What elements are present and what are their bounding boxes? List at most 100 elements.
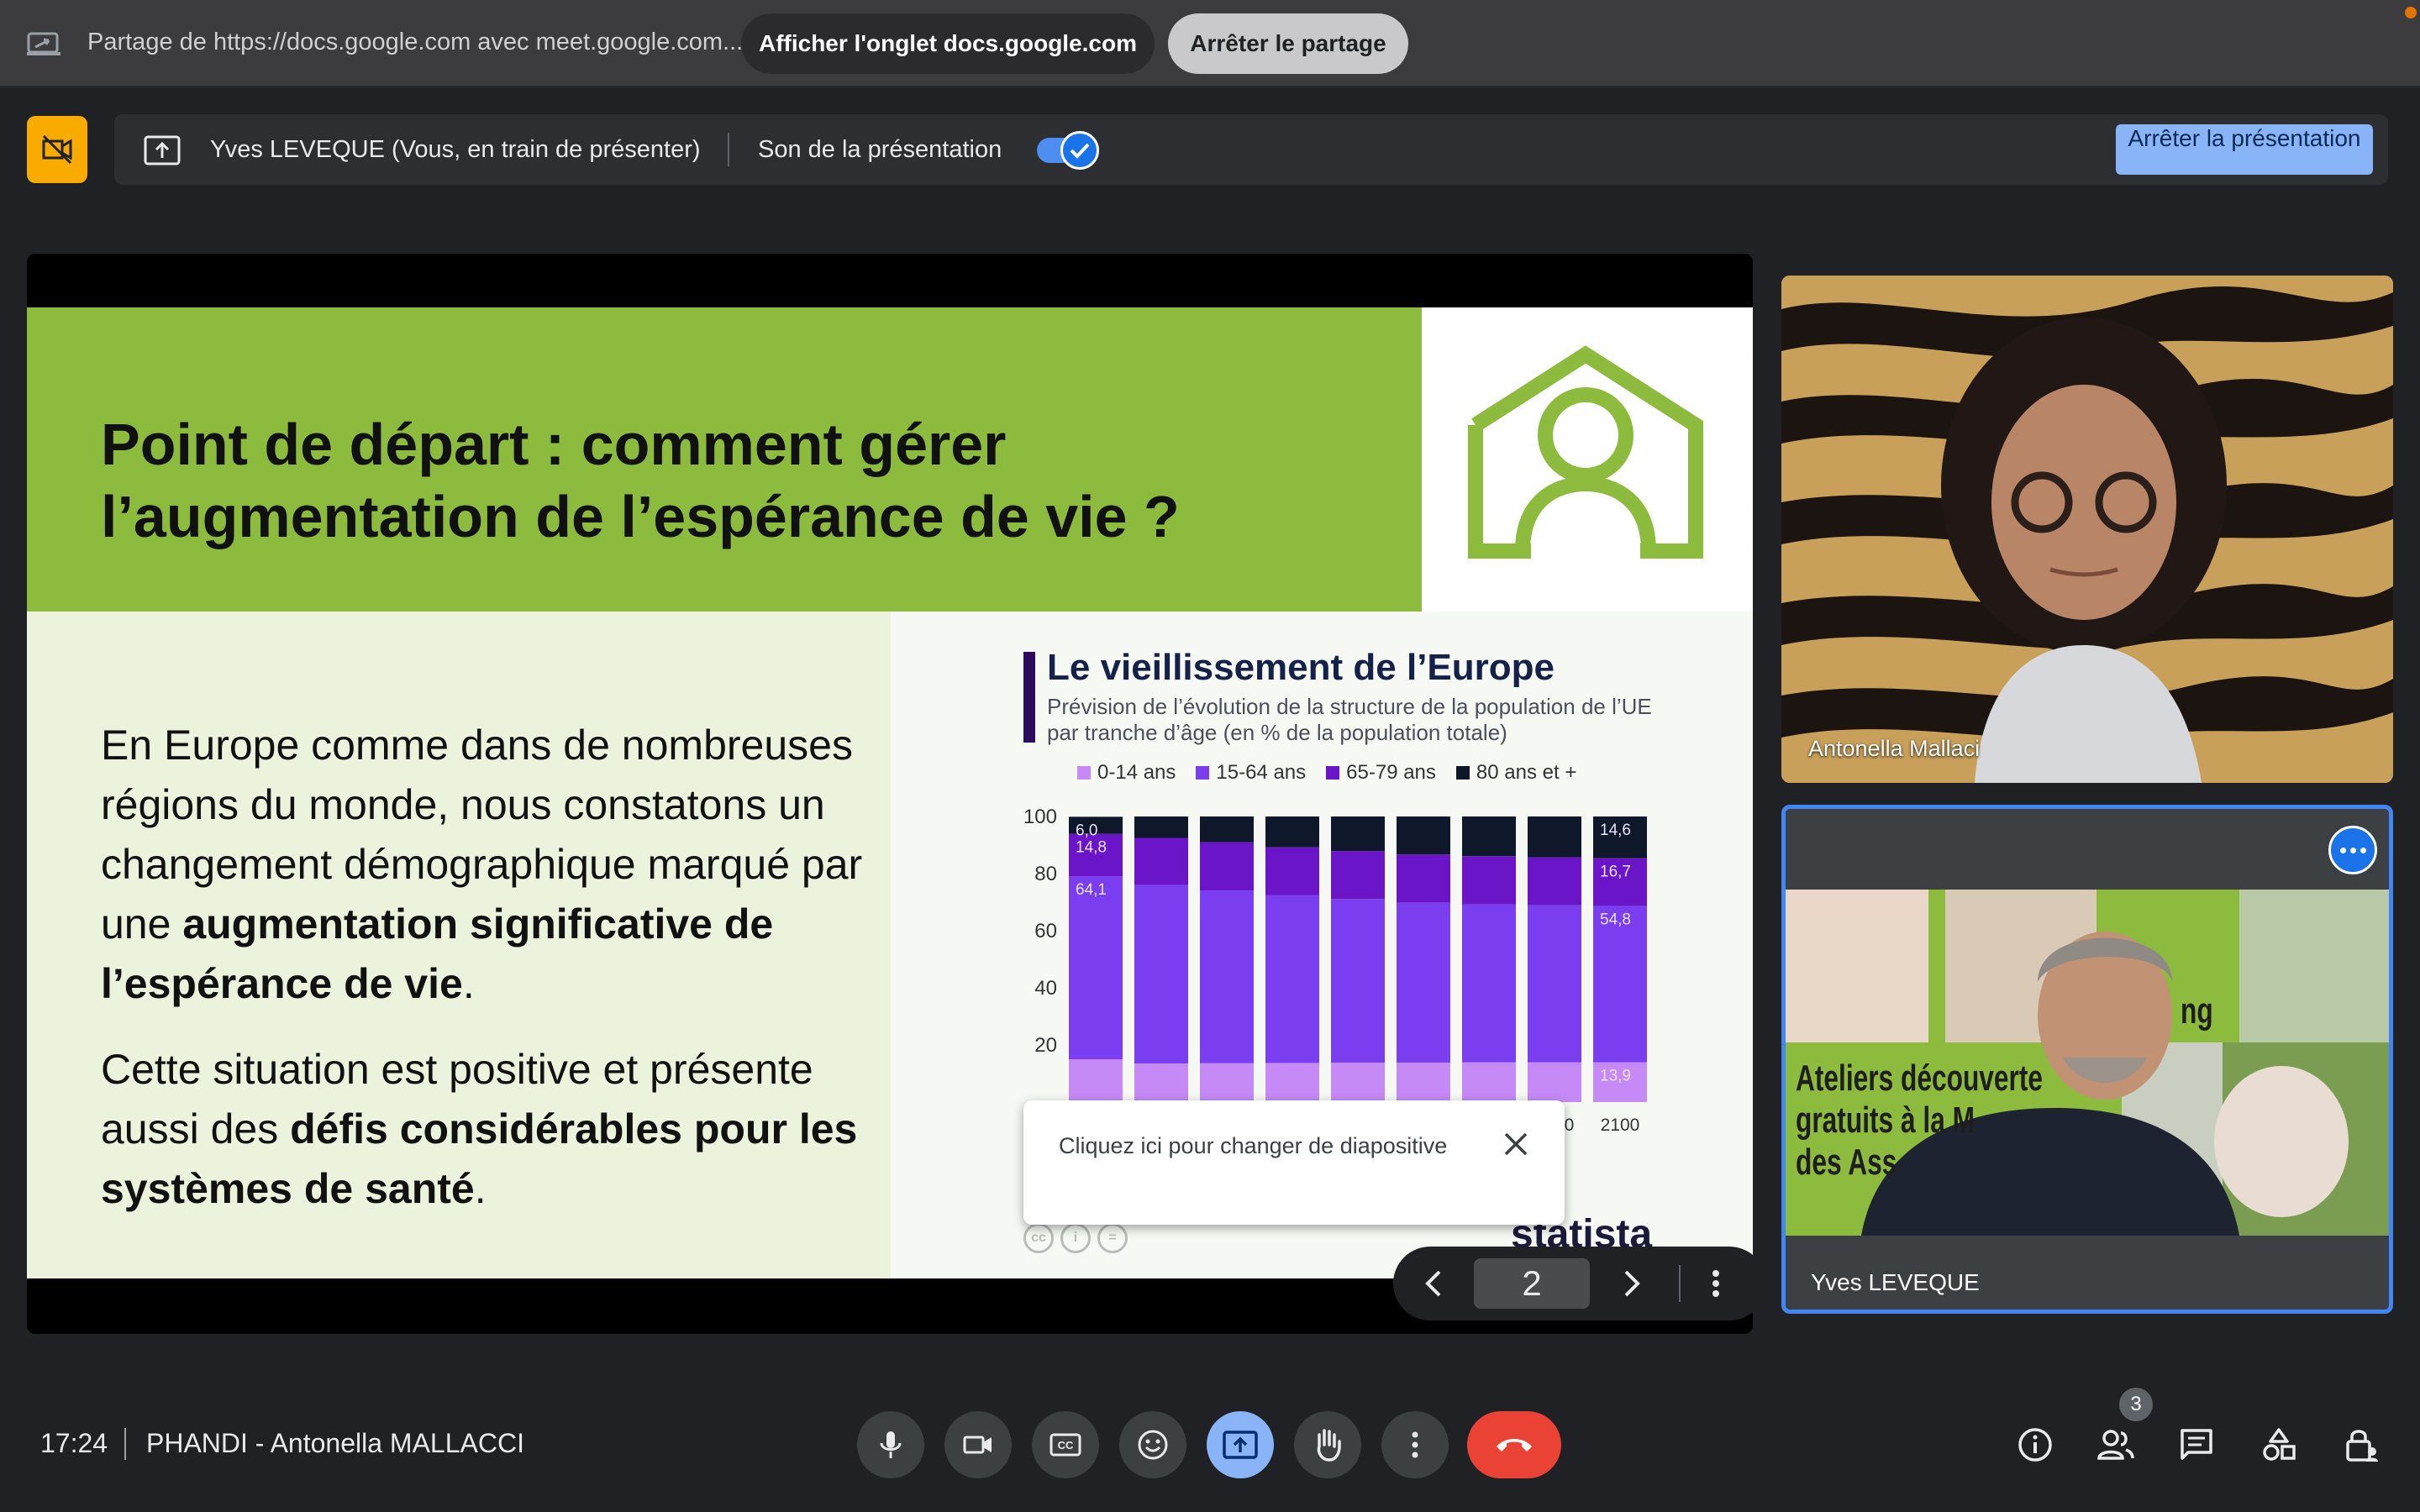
end-call-button[interactable]: [1467, 1411, 1561, 1478]
data-label: 64,1: [1076, 881, 1107, 899]
legend-swatch: [1077, 766, 1091, 780]
bar-segment: [1397, 902, 1450, 1063]
attribution-icon: i: [1060, 1223, 1091, 1253]
lock-person-icon: [2346, 1430, 2378, 1462]
bar-segment: [1331, 816, 1385, 852]
data-label: 13,9: [1600, 1068, 1631, 1085]
legend-item: 15-64 ans: [1196, 761, 1306, 785]
host-controls-button[interactable]: [2341, 1425, 2381, 1465]
no-derivatives-icon: =: [1097, 1223, 1128, 1253]
previous-slide-button[interactable]: [1417, 1265, 1454, 1302]
chat-icon: [2181, 1429, 2212, 1460]
info-icon: [2018, 1428, 2052, 1462]
data-label: 14,8: [1076, 839, 1107, 857]
more-vert-icon: [1412, 1431, 1418, 1458]
toggle-check-icon[interactable]: [1060, 131, 1099, 170]
microphone-button[interactable]: [857, 1411, 924, 1478]
raise-hand-button[interactable]: [1294, 1411, 1361, 1478]
more-options-button[interactable]: [1381, 1411, 1449, 1478]
bar-segment: [1397, 816, 1450, 855]
bar-segment: [1134, 816, 1188, 838]
legend-label: 65-79 ans: [1346, 761, 1436, 784]
legend-item: 0-14 ans: [1077, 761, 1176, 785]
promo-text-line-3: des Ass: [1796, 1142, 1897, 1183]
meeting-title: PHANDI - Antonella MALLACCI: [146, 1428, 524, 1458]
bar-segment: [1397, 854, 1450, 903]
slide-navigator: 2: [1393, 1247, 1753, 1320]
recording-indicator-dot: [2405, 7, 2417, 18]
bar-segment: [1069, 1059, 1123, 1102]
people-icon: [2097, 1430, 2134, 1460]
self-view-camera-off[interactable]: [27, 116, 87, 183]
presenter-name: Yves LEVEQUE (Vous, en train de présente…: [210, 136, 701, 163]
slide-paragraph-2: Cette situation est positive et présente…: [101, 1046, 858, 1212]
divider: [1679, 1265, 1681, 1302]
captions-icon: CC: [1050, 1433, 1081, 1457]
promo-text-line-2: gratuits à la M: [1796, 1100, 1975, 1141]
bar-segment: [1462, 1062, 1516, 1102]
bar-segment: [1265, 847, 1319, 895]
chat-button[interactable]: [2176, 1425, 2217, 1465]
bar-segment: [1331, 1063, 1385, 1102]
data-label: 16,7: [1600, 864, 1631, 881]
bar-segment: [1528, 905, 1581, 1063]
bar-segment: [1462, 856, 1516, 905]
divider: [124, 1428, 126, 1460]
house-person-icon: [1468, 345, 1703, 559]
bar-segment: [1462, 816, 1516, 857]
data-label: 6,0: [1076, 822, 1097, 839]
participant-tile-antonella[interactable]: Antonella Mallaci: [1781, 276, 2393, 783]
chart-subtitle: Prévision de l’évolution de la structure…: [1047, 694, 1652, 745]
raise-hand-icon: [1317, 1429, 1341, 1462]
promo-badge-text: ng: [2181, 990, 2213, 1032]
bar-segment: [1593, 906, 1647, 1063]
participant-tile-yves[interactable]: Ateliers découverte gratuits à la M des …: [1781, 805, 2393, 1314]
microphone-icon: [880, 1431, 902, 1458]
close-icon[interactable]: [1502, 1131, 1529, 1158]
promo-text-line-1: Ateliers découverte: [1796, 1058, 2044, 1099]
chart-legend: 0-14 ans 15-64 ans 65-79 ans 80 ans et +: [1077, 761, 1576, 785]
stop-sharing-button[interactable]: Arrêter le partage: [1168, 13, 1408, 74]
legend-label: 80 ans et +: [1476, 761, 1577, 784]
emoji-icon: [1138, 1430, 1168, 1460]
participant-name: Yves LEVEQUE: [1811, 1269, 1980, 1295]
legend-label: 15-64 ans: [1216, 761, 1307, 784]
more-vert-icon[interactable]: [1711, 1267, 1721, 1300]
y-tick-label: 80: [1034, 863, 1057, 885]
slide-header-band: Point de départ : comment gérer l’augmen…: [27, 307, 1422, 612]
legend-item: 80 ans et +: [1455, 761, 1577, 785]
captions-button[interactable]: CC: [1032, 1411, 1099, 1478]
slide-paragraph-1: En Europe comme dans de nombreuses régio…: [101, 722, 863, 1007]
present-icon: [1223, 1431, 1258, 1459]
bar-segment: [1265, 816, 1319, 848]
bar-segment: [1397, 1063, 1450, 1102]
chart-title-accent: [1023, 652, 1035, 743]
camera-button[interactable]: [944, 1411, 1012, 1478]
present-button[interactable]: [1207, 1411, 1274, 1478]
change-slide-tooltip: Cliquez ici pour changer de diapositive: [1023, 1100, 1565, 1225]
people-button[interactable]: [2096, 1425, 2136, 1465]
emoji-button[interactable]: [1119, 1411, 1186, 1478]
chart-title: Le vieillissement de l’Europe: [1047, 647, 1555, 688]
data-label: 14,6: [1600, 822, 1631, 839]
end-call-icon: [1497, 1439, 1532, 1452]
show-tab-button[interactable]: Afficher l'onglet docs.google.com: [741, 13, 1155, 74]
activities-icon: [2263, 1428, 2296, 1461]
activities-button[interactable]: [2259, 1425, 2299, 1465]
tab-share-icon: [27, 30, 60, 57]
bar-segment: [1331, 899, 1385, 1063]
next-slide-button[interactable]: [1612, 1265, 1649, 1302]
svg-text:CC: CC: [1058, 1439, 1074, 1452]
stop-presenting-button[interactable]: Arrêter la présentation: [2116, 124, 2373, 175]
participant-options-button[interactable]: [2328, 826, 2377, 874]
slide-number[interactable]: 2: [1474, 1258, 1590, 1309]
presentation-tile: Point de départ : comment gérer l’augmen…: [27, 254, 1753, 1334]
meeting-info-button[interactable]: [2015, 1425, 2055, 1465]
bar-segment: [1331, 851, 1385, 900]
x-tick-label: 2100: [1601, 1116, 1640, 1135]
slide-title: Point de départ : comment gérer l’augmen…: [101, 412, 1180, 549]
bar-segment: [1069, 876, 1123, 1059]
y-tick-label: 40: [1034, 977, 1057, 1000]
present-screen-icon: [143, 134, 182, 166]
bar-segment: [1528, 1062, 1581, 1102]
